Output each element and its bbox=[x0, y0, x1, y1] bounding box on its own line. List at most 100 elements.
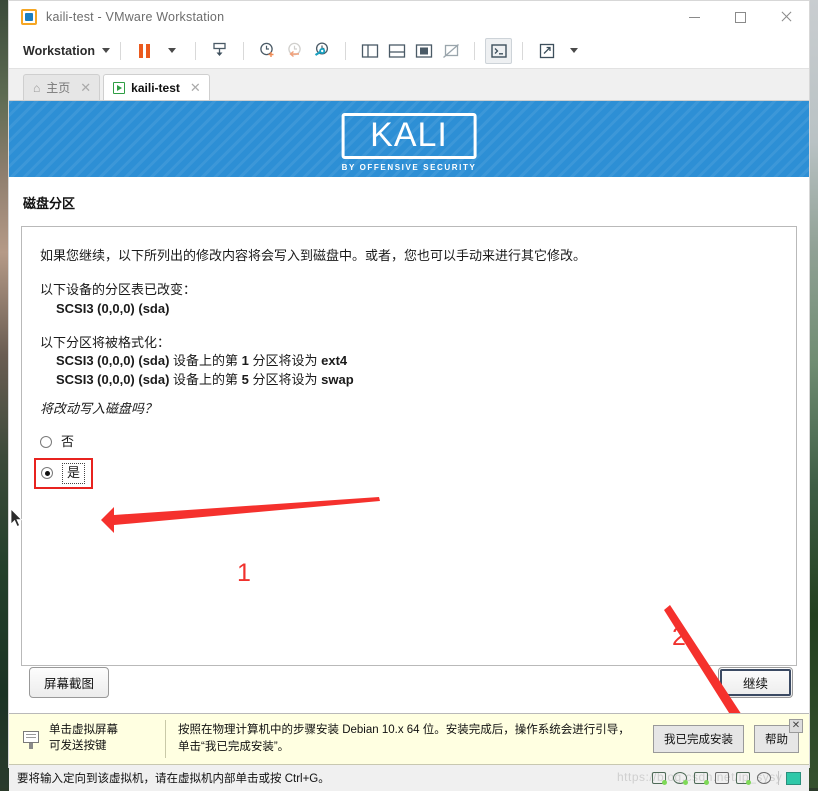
radio-icon-selected[interactable] bbox=[41, 467, 53, 480]
installer-button-row: 屏幕截图 继续 bbox=[9, 663, 809, 703]
toolbar-divider bbox=[345, 41, 346, 60]
maximize-button[interactable] bbox=[717, 1, 763, 33]
chevron-down-icon bbox=[167, 48, 176, 53]
vm-running-icon bbox=[113, 81, 126, 94]
annotation-marker-1: 1 bbox=[237, 559, 251, 587]
hint-divider bbox=[165, 720, 166, 758]
format-1-tail: 分区将设为 bbox=[248, 353, 322, 369]
kali-banner: KALI BY OFFENSIVE SECURITY bbox=[9, 101, 809, 177]
format-1-fs: ext4 bbox=[321, 353, 348, 369]
installer-content-panel: 如果您继续，以下所列出的修改内容将会写入到磁盘中。或者，您也可以手动来进行其它修… bbox=[21, 226, 797, 666]
toolbar-divider bbox=[522, 41, 523, 60]
format-1-partnum: 1 bbox=[241, 353, 249, 369]
screenshot-button[interactable]: 屏幕截图 bbox=[29, 667, 110, 698]
fullscreen-icon bbox=[415, 43, 432, 58]
format-2-mid: 设备上的第 bbox=[169, 372, 242, 388]
tab-home[interactable]: ⌂ 主页 ✕ bbox=[23, 74, 101, 100]
minimize-button[interactable] bbox=[671, 1, 717, 33]
write-changes-question: 将改动写入磁盘吗？ bbox=[40, 401, 158, 417]
format-1-mid: 设备上的第 bbox=[169, 353, 242, 369]
radio-icon[interactable] bbox=[40, 436, 52, 449]
radio-option-no[interactable]: 否 bbox=[40, 433, 778, 452]
pause-dropdown-button[interactable] bbox=[158, 38, 185, 64]
kali-logo-box: KALI bbox=[341, 113, 477, 159]
format-2-fs: swap bbox=[321, 372, 354, 388]
home-icon: ⌂ bbox=[33, 80, 41, 95]
vmware-workstation-window: kaili-test - VMware Workstation Workstat… bbox=[8, 0, 810, 791]
stretch-icon bbox=[539, 43, 554, 58]
keyboard-icon bbox=[23, 728, 41, 750]
format-2-tail: 分区将设为 bbox=[248, 372, 322, 388]
console-view-button[interactable] bbox=[485, 37, 512, 64]
show-console-icon bbox=[388, 43, 405, 58]
unity-mode-icon bbox=[442, 43, 459, 58]
snapshot-manager-icon bbox=[314, 42, 329, 56]
format-2-device: SCSI3 (0,0,0) (sda) bbox=[56, 372, 170, 388]
toolbar-divider bbox=[474, 41, 475, 60]
tab-home-label: 主页 bbox=[46, 81, 71, 95]
close-button[interactable] bbox=[763, 1, 809, 33]
vm-tab-strip: ⌂ 主页 ✕ kaili-test ✕ bbox=[9, 69, 809, 101]
tab-kaili-test[interactable]: kaili-test ✕ bbox=[103, 74, 210, 100]
snapshot-manager-button[interactable] bbox=[308, 38, 335, 64]
radio-option-yes[interactable]: 是 bbox=[34, 457, 94, 489]
format-1-device: SCSI3 (0,0,0) (sda) bbox=[56, 353, 170, 369]
changed-header: 以下设备的分区表已改变： bbox=[40, 281, 197, 297]
pause-button[interactable] bbox=[131, 38, 158, 64]
radio-option-yes-label: 是 bbox=[62, 462, 86, 484]
vmware-logo-icon bbox=[21, 9, 37, 25]
hint-left-line-1: 单击虚拟屏幕 bbox=[49, 724, 118, 737]
format-2-partnum: 5 bbox=[241, 372, 249, 388]
fullscreen-button[interactable] bbox=[410, 38, 437, 64]
kali-tagline: BY OFFENSIVE SECURITY bbox=[341, 163, 477, 172]
usb-status-icon[interactable] bbox=[757, 772, 771, 784]
show-console-button[interactable] bbox=[383, 38, 410, 64]
toolbar-divider bbox=[195, 41, 196, 60]
annotation-marker-2: 2 bbox=[672, 623, 686, 651]
chevron-down-icon bbox=[102, 48, 110, 53]
hint-left-line-2: 可发送按键 bbox=[49, 740, 107, 752]
display-status-icon[interactable] bbox=[786, 771, 801, 785]
kali-logo: KALI BY OFFENSIVE SECURITY bbox=[341, 113, 477, 172]
unity-mode-button[interactable] bbox=[437, 38, 464, 64]
take-snapshot-button[interactable] bbox=[254, 38, 281, 64]
radio-option-no-label: 否 bbox=[61, 433, 75, 449]
title-bar: kaili-test - VMware Workstation bbox=[9, 1, 809, 33]
chevron-down-icon bbox=[569, 48, 578, 53]
pause-icon bbox=[139, 43, 150, 58]
console-view-icon bbox=[490, 43, 507, 58]
hard-disk-status-icon[interactable] bbox=[652, 772, 667, 785]
page-title: 磁盘分区 bbox=[23, 196, 76, 211]
show-sidebar-button[interactable] bbox=[356, 38, 383, 64]
window-controls bbox=[671, 1, 809, 33]
vm-guest-screen[interactable]: KALI BY OFFENSIVE SECURITY 磁盘分区 如果您继续，以下… bbox=[9, 101, 809, 713]
status-bar-icons bbox=[652, 765, 801, 791]
toolbar-divider bbox=[243, 41, 244, 60]
show-sidebar-icon bbox=[361, 43, 378, 58]
manage-snapshots-button[interactable] bbox=[206, 38, 233, 64]
status-divider bbox=[778, 771, 779, 785]
revert-snapshot-icon bbox=[288, 42, 301, 58]
kali-brand-text: KALI bbox=[370, 116, 448, 154]
continue-button[interactable]: 继续 bbox=[717, 667, 793, 698]
take-snapshot-icon bbox=[260, 42, 274, 57]
stretch-dropdown-button[interactable] bbox=[560, 38, 587, 64]
mouse-cursor bbox=[11, 509, 23, 528]
workstation-menu-button[interactable]: Workstation bbox=[23, 44, 110, 58]
close-icon[interactable]: ✕ bbox=[80, 80, 91, 96]
close-icon[interactable]: ✕ bbox=[190, 80, 201, 96]
format-header: 以下分区将被格式化： bbox=[40, 334, 171, 350]
network-status-icon[interactable] bbox=[694, 772, 709, 785]
toolbar-divider bbox=[120, 41, 121, 60]
revert-snapshot-button[interactable] bbox=[281, 38, 308, 64]
close-icon[interactable]: ✕ bbox=[789, 719, 803, 733]
printer-status-icon[interactable] bbox=[715, 772, 729, 784]
main-toolbar: Workstation bbox=[9, 33, 809, 69]
cd-dvd-status-icon[interactable] bbox=[673, 772, 688, 785]
installation-complete-button[interactable]: 我已完成安装 bbox=[653, 725, 744, 753]
guest-hint-bar: 单击虚拟屏幕 可发送按键 按照在物理计算机中的步骤安装 Debian 10.x … bbox=[9, 713, 809, 765]
intro-text: 如果您继续，以下所列出的修改内容将会写入到磁盘中。或者，您也可以手动来进行其它修… bbox=[40, 248, 587, 263]
sound-status-icon[interactable] bbox=[736, 772, 751, 785]
workstation-menu-label: Workstation bbox=[23, 43, 95, 58]
stretch-guest-button[interactable] bbox=[533, 38, 560, 64]
